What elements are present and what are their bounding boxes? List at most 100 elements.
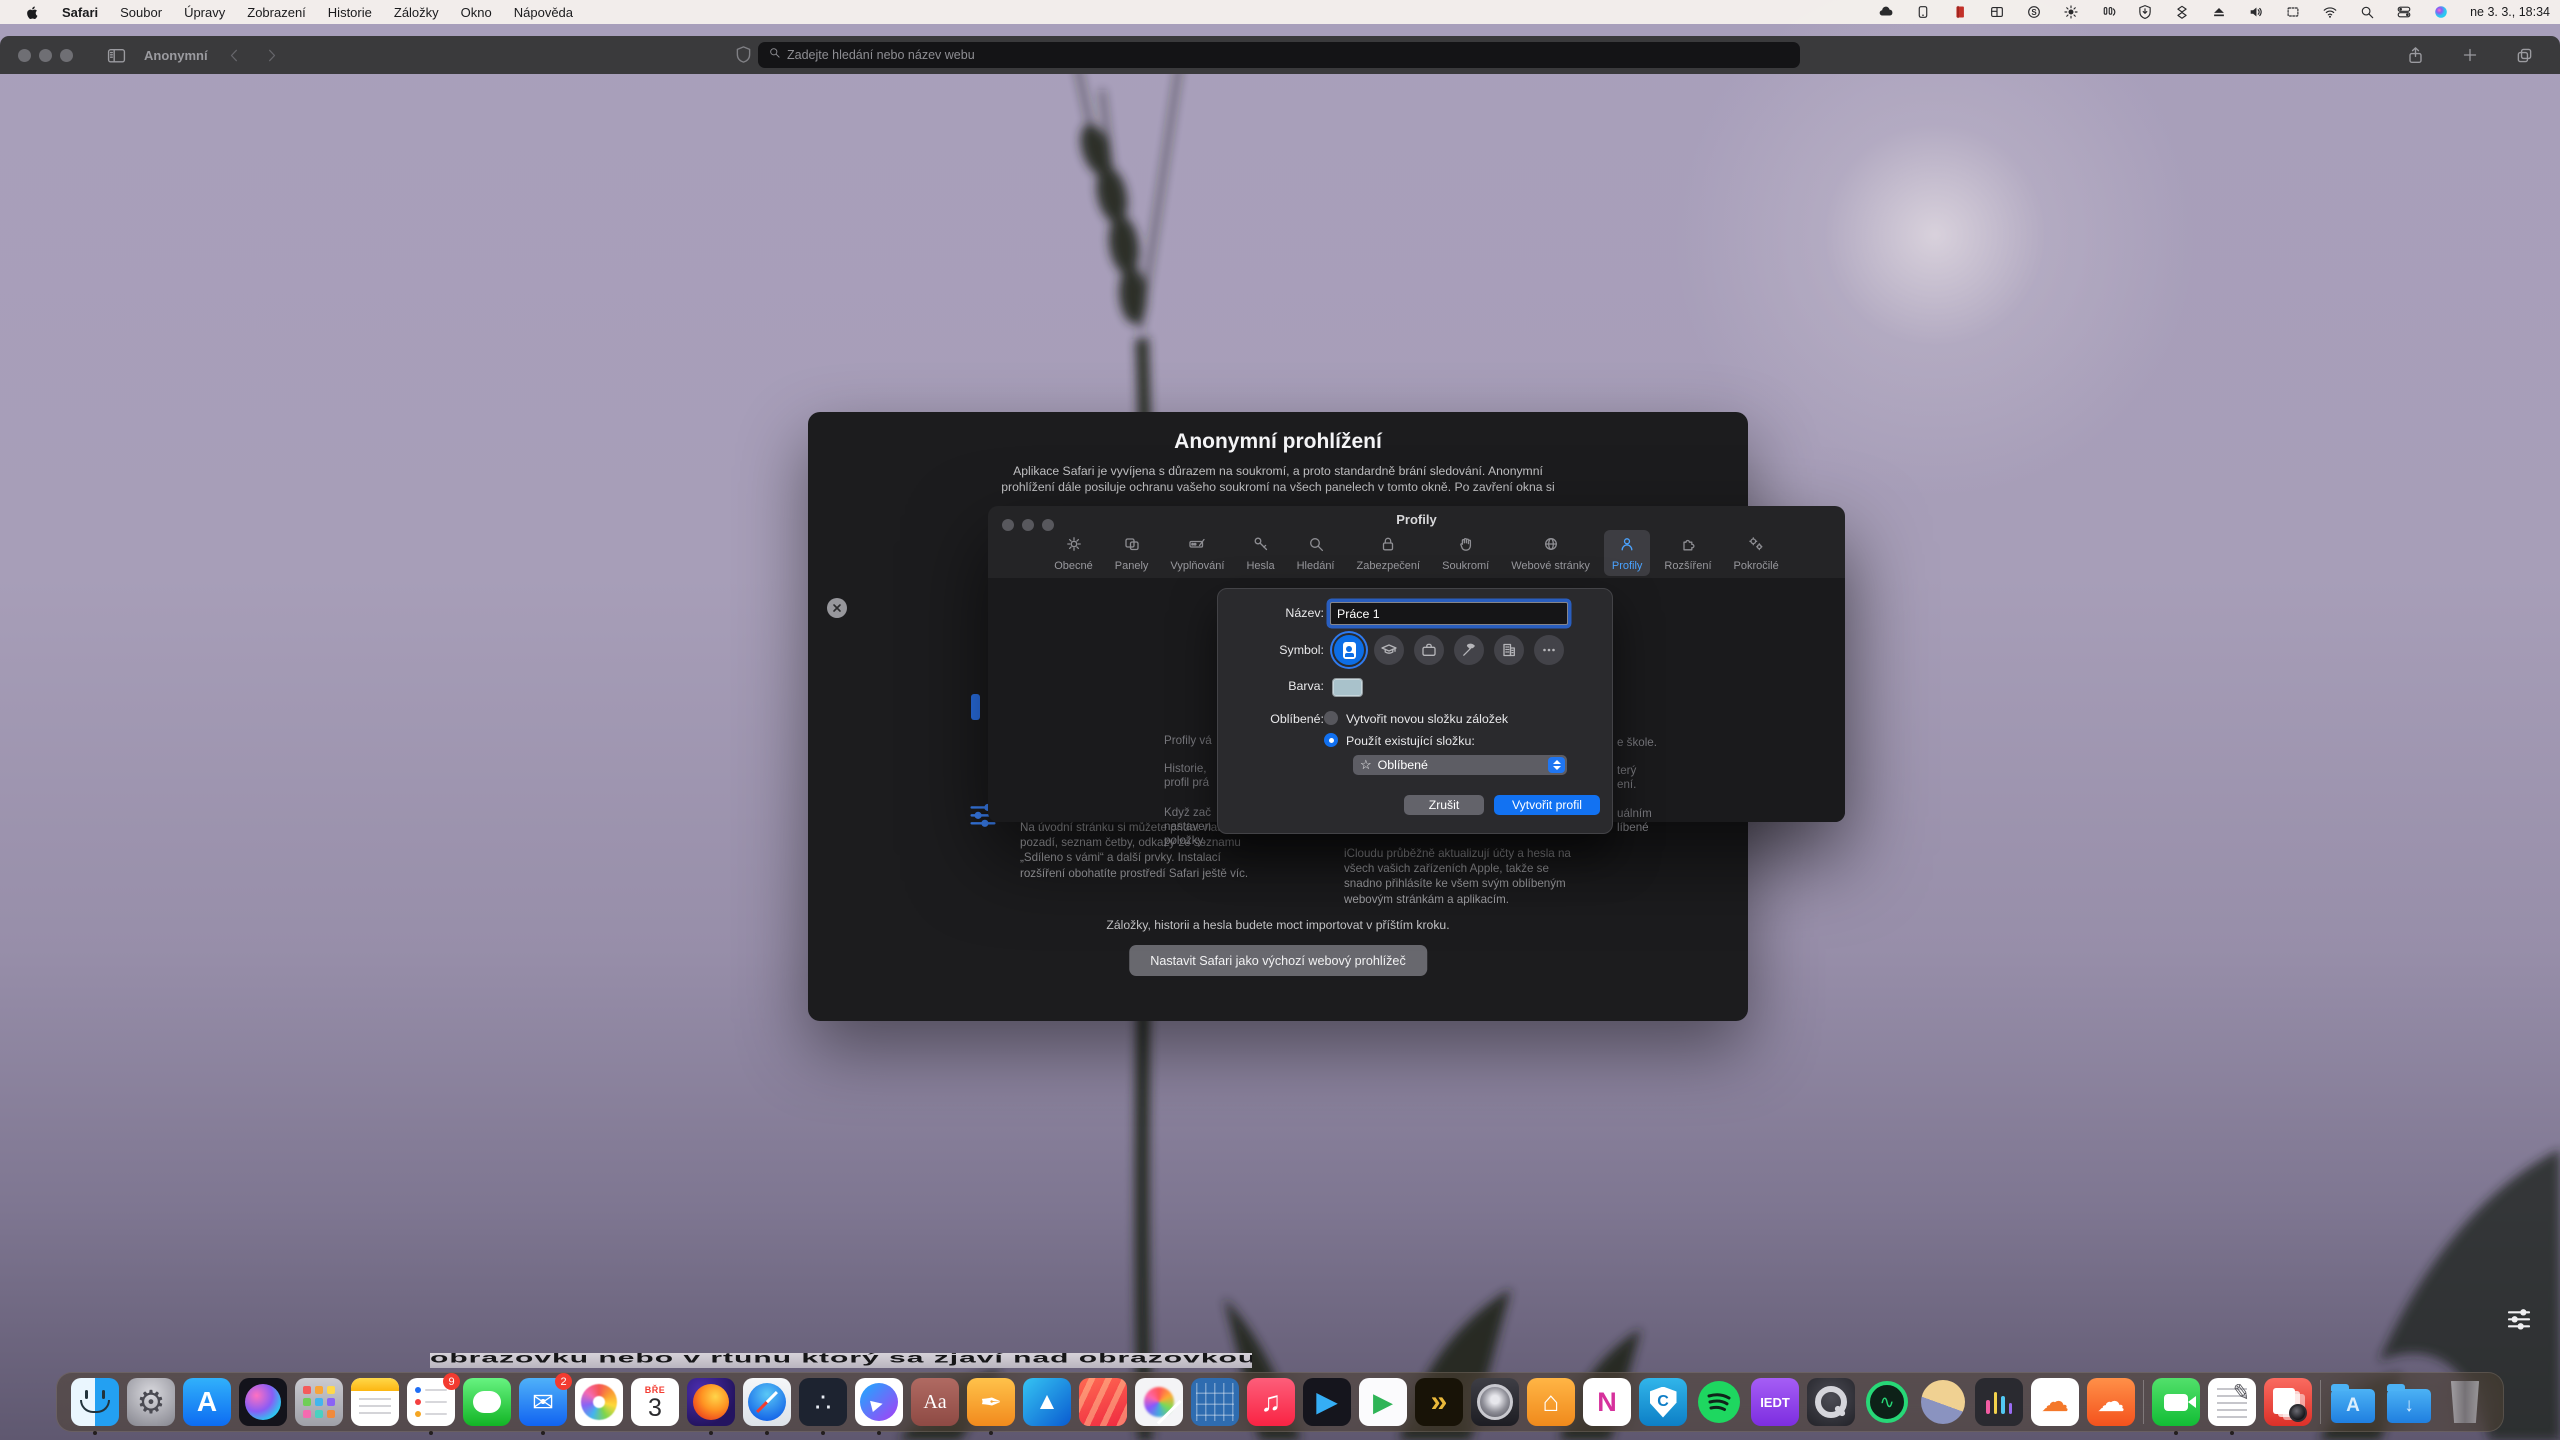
dock-affinity-designer[interactable]: ▲ [1023,1378,1071,1426]
dock-facetime[interactable] [2152,1378,2200,1426]
device-icon[interactable] [1915,4,1931,20]
radio-existing-folder[interactable] [1324,733,1338,747]
zoom-window-button[interactable] [60,49,73,62]
tab-webov-str-nky[interactable]: Webové stránky [1503,530,1598,576]
dock-app-store[interactable]: A [183,1378,231,1426]
set-default-browser-button[interactable]: Nastavit Safari jako výchozí webový proh… [1129,945,1427,976]
dock-photos[interactable] [575,1378,623,1426]
shield-arrow-icon[interactable] [2137,4,2153,20]
dock-messenger[interactable]: ▶ [855,1378,903,1426]
menu-úpravy[interactable]: Úpravy [173,5,236,20]
dock-news-reader[interactable]: N [1583,1378,1631,1426]
dock-photo-booth[interactable] [2264,1378,2312,1426]
dock-spotify[interactable] [1695,1378,1743,1426]
tab-soukrom-[interactable]: Soukromí [1434,530,1497,576]
menu-soubor[interactable]: Soubor [109,5,173,20]
tab-hesla[interactable]: Hesla [1238,530,1282,576]
dock-shield-app[interactable]: C [1639,1378,1687,1426]
dock-messages[interactable] [463,1378,511,1426]
dock-soundcloud[interactable]: ☁ [2087,1378,2135,1426]
dock-safari[interactable] [743,1378,791,1426]
new-tab-icon[interactable] [2461,46,2479,64]
menu-safari[interactable]: Safari [51,5,109,20]
menu-historie[interactable]: Historie [317,5,383,20]
dock-finder[interactable] [71,1378,119,1426]
dock-dictionary[interactable]: Aa [911,1378,959,1426]
symbol-profile-badge-selected[interactable] [1334,635,1364,665]
minimize-window-button[interactable] [39,49,52,62]
dock-applications-folder[interactable]: A [2329,1378,2377,1426]
dock-wave-app[interactable]: ∿ [1863,1378,1911,1426]
dock-music[interactable]: ♫ [1247,1378,1295,1426]
tab-hled-n-[interactable]: Hledání [1289,530,1343,576]
dock-quicktime[interactable] [1807,1378,1855,1426]
wifi-icon[interactable] [2322,4,2338,20]
dock-infuse-player[interactable]: ▶ [1303,1378,1351,1426]
window-controls[interactable] [0,49,97,62]
dock-iedt-app[interactable]: IEDT [1751,1378,1799,1426]
dock-lens-app[interactable] [1471,1378,1519,1426]
tab-obecn-[interactable]: Obecné [1046,530,1101,576]
create-profile-button[interactable]: Vytvořit profil [1494,795,1600,815]
control-center-icon[interactable] [2396,4,2412,20]
dock-siri[interactable] [239,1378,287,1426]
dock-trash[interactable] [2441,1378,2489,1426]
dock-affinity-publisher[interactable] [1079,1378,1127,1426]
share-icon[interactable] [2406,46,2425,65]
symbol-graduation-cap[interactable] [1374,635,1404,665]
dock-media-player[interactable]: ▶ [1359,1378,1407,1426]
dock-graph-app[interactable]: ∴ [799,1378,847,1426]
privacy-shield-icon[interactable] [734,45,753,64]
dock-system-settings[interactable]: ⚙ [127,1378,175,1426]
wallpaper-sliders-icon[interactable] [2504,1304,2534,1339]
screen-mirroring-icon[interactable] [2285,4,2301,20]
siri-icon[interactable] [2433,4,2449,20]
stack-icon[interactable] [2174,4,2190,20]
close-window-button[interactable] [18,49,31,62]
apple-menu[interactable] [12,4,51,21]
symbol-briefcase[interactable] [1414,635,1444,665]
cancel-button[interactable]: Zrušit [1404,795,1484,815]
color-swatch[interactable] [1332,678,1363,697]
cloud-icon[interactable] [1878,4,1894,20]
menu-okno[interactable]: Okno [450,5,503,20]
menu-zobrazení[interactable]: Zobrazení [236,5,317,20]
folder-select[interactable]: ☆ Oblíbené [1353,755,1567,775]
menu-nápověda[interactable]: Nápověda [503,5,584,20]
volume-icon[interactable] [2248,4,2264,20]
tab-profily[interactable]: Profily [1604,530,1651,576]
tab-overview-icon[interactable] [2515,46,2534,65]
dock-notes[interactable] [351,1378,399,1426]
tab-panely[interactable]: Panely [1107,530,1157,576]
symbol-hammer[interactable] [1454,635,1484,665]
forward-button[interactable] [263,47,280,64]
dock-camo[interactable]: » [1415,1378,1463,1426]
back-button[interactable] [226,47,243,64]
sync-icon[interactable]: S [2026,4,2042,20]
spotlight-icon[interactable] [2359,4,2375,20]
symbol-more[interactable] [1534,635,1564,665]
dock-launchpad[interactable] [295,1378,343,1426]
symbol-building[interactable] [1494,635,1524,665]
dock-mosaic-app[interactable] [1191,1378,1239,1426]
menu-záložky[interactable]: Záložky [383,5,450,20]
dock-home[interactable]: ⌂ [1527,1378,1575,1426]
sidebar-icon[interactable] [107,46,126,65]
dock-cloud-app[interactable]: ☁ [2031,1378,2079,1426]
close-icon[interactable] [827,598,847,618]
brightness-icon[interactable] [2063,4,2079,20]
eject-icon[interactable] [2211,4,2227,20]
dock-calendar[interactable]: BŘE3 [631,1378,679,1426]
red-book-icon[interactable] [1952,4,1968,20]
dock-downloads-folder[interactable]: ↓ [2385,1378,2433,1426]
dock-textedit[interactable]: ✎ [2208,1378,2256,1426]
address-bar[interactable]: Zadejte hledání nebo název webu [758,42,1800,68]
dock-mail[interactable]: ✉2 [519,1378,567,1426]
profile-name-input[interactable]: Práce 1 [1330,602,1568,625]
tab-pokro-il-[interactable]: Pokročilé [1726,530,1787,576]
tab-roz-en-[interactable]: Rozšíření [1656,530,1719,576]
dock-reminders[interactable]: 9 [407,1378,455,1426]
dock-pages[interactable]: ✒ [967,1378,1015,1426]
window-layout-icon[interactable] [1989,4,2005,20]
radio-new-folder[interactable] [1324,711,1338,725]
